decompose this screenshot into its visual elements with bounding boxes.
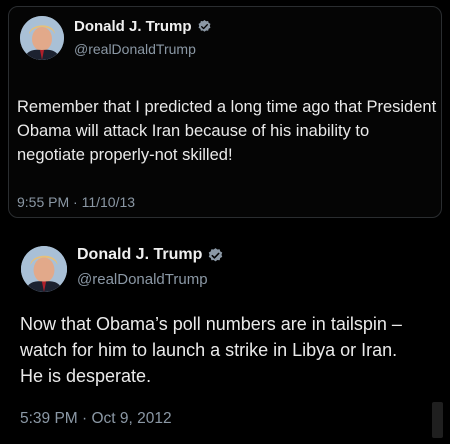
handle[interactable]: @realDonaldTrump xyxy=(74,41,196,57)
avatar[interactable] xyxy=(21,246,67,292)
display-name[interactable]: Donald J. Trump xyxy=(74,18,192,35)
profile-photo xyxy=(21,246,67,292)
tweet-text: Remember that I predicted a long time ag… xyxy=(17,98,437,164)
verified-badge-icon xyxy=(209,247,223,261)
verified-badge-icon xyxy=(198,19,210,32)
timestamp[interactable]: 9:55 PM · 11/10/13 xyxy=(17,194,135,210)
timestamp[interactable]: 5:39 PM · Oct 9, 2012 xyxy=(20,410,172,428)
tweet-card[interactable]: Donald J. Trump @realDonaldTrump Remembe… xyxy=(8,6,442,218)
display-name[interactable]: Donald J. Trump xyxy=(77,246,202,264)
profile-photo xyxy=(20,16,64,60)
tweet-card[interactable]: Donald J. Trump @realDonaldTrump Now tha… xyxy=(0,226,450,444)
watermark xyxy=(432,402,443,438)
tweet-text: Now that Obama’s poll numbers are in tai… xyxy=(20,314,408,386)
handle[interactable]: @realDonaldTrump xyxy=(77,271,208,288)
avatar[interactable] xyxy=(20,16,64,60)
